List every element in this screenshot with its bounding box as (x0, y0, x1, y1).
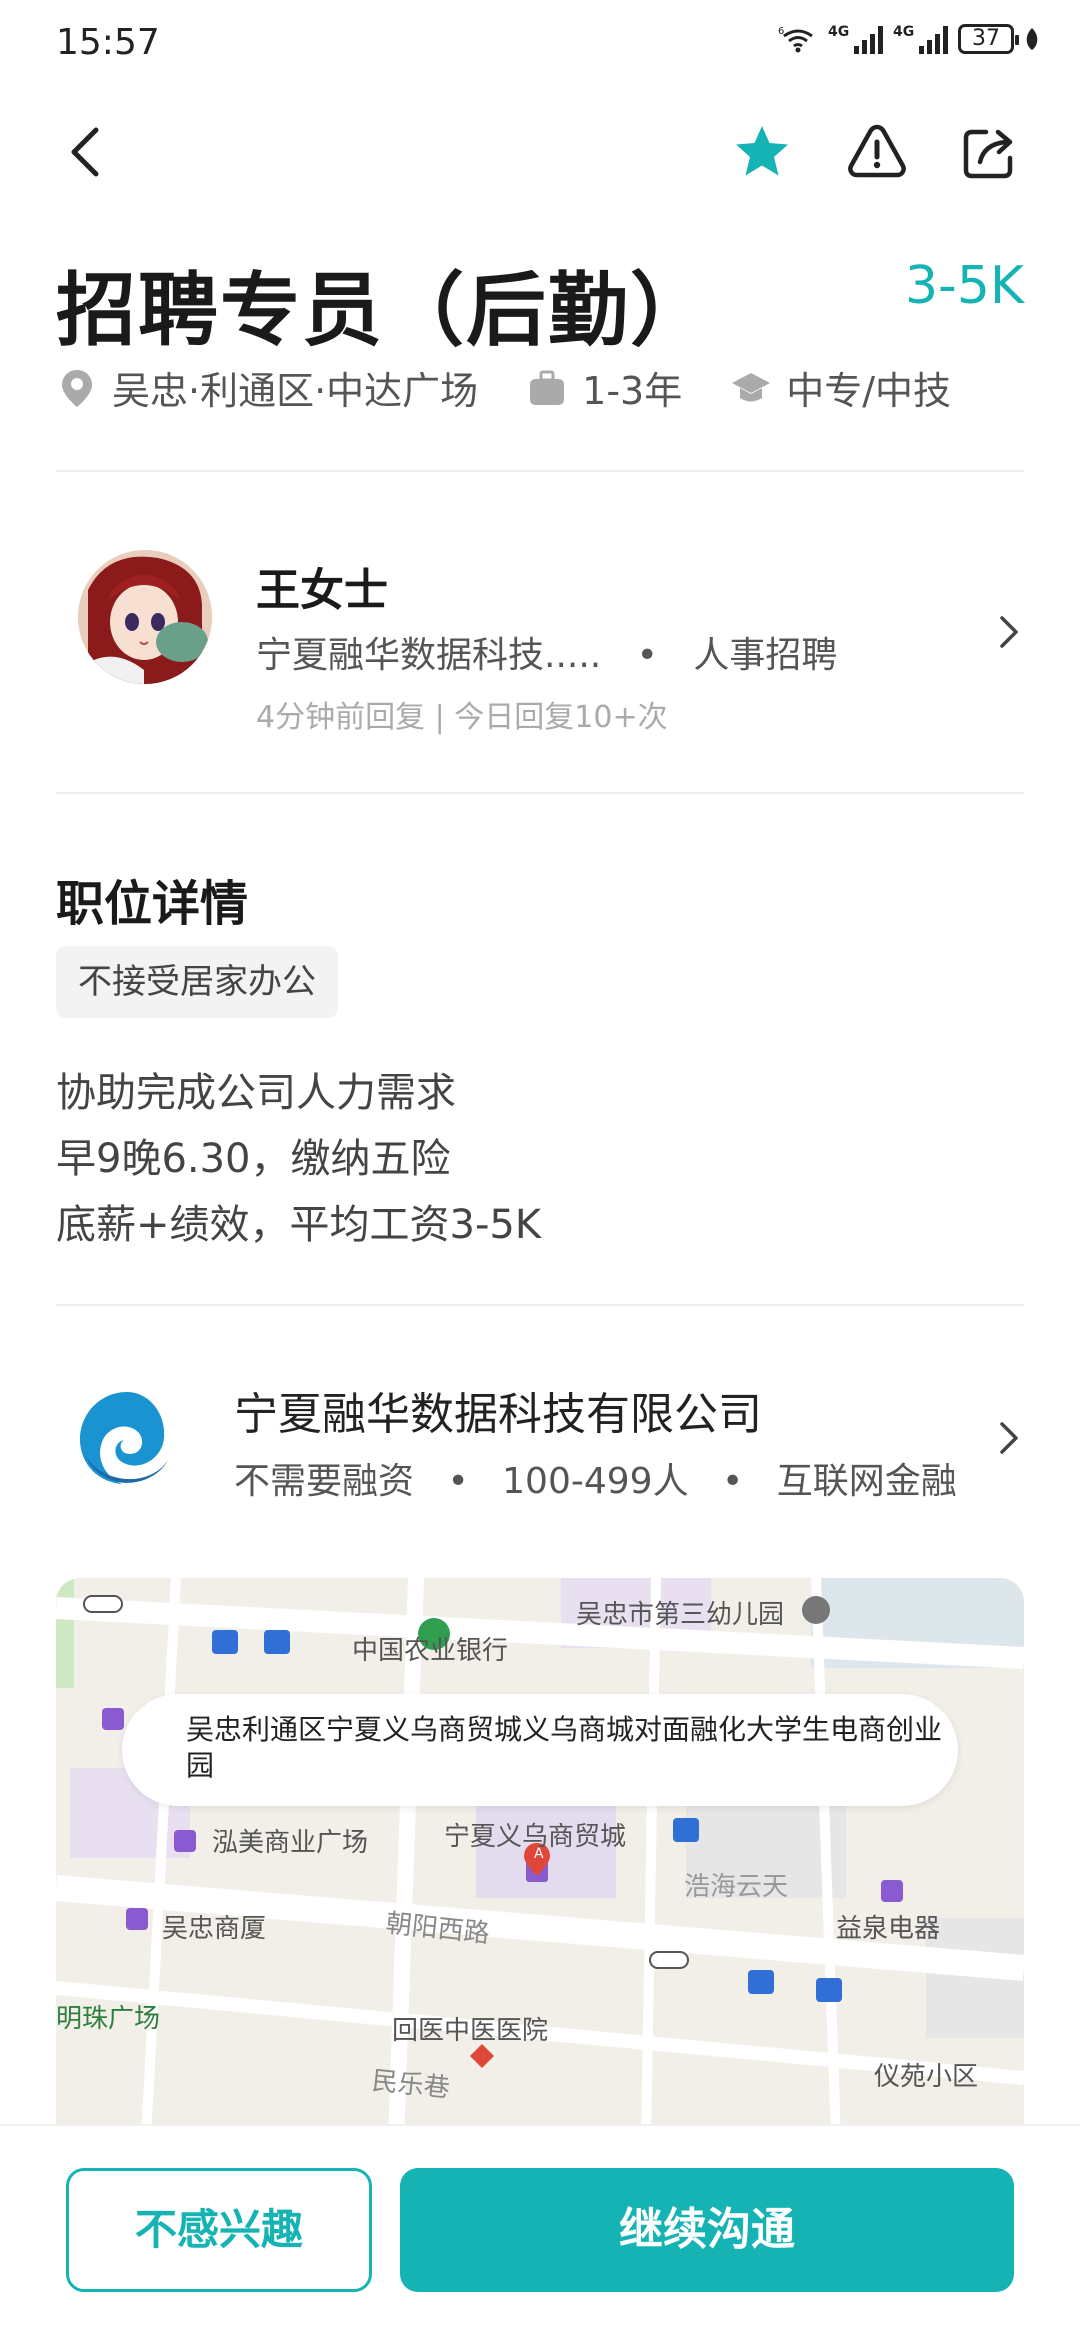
company-logo (75, 1387, 179, 1491)
section-title-job-details: 职位详情 (56, 876, 249, 932)
divider (56, 470, 1024, 472)
continue-chat-button[interactable]: 继续沟通 (400, 2168, 1014, 2292)
job-title: 招聘专员（后勤） (56, 264, 712, 357)
recruiter-role: 人事招聘 (693, 635, 838, 676)
map-label: 泓美商业广场 (212, 1828, 369, 1858)
shop-icon (102, 1708, 124, 1730)
job-location-text: 吴忠·利通区·中达广场 (112, 369, 479, 413)
chevron-right-icon[interactable] (994, 612, 1024, 652)
map-label: 宁夏义乌商贸城 (444, 1822, 627, 1852)
recruiter-name: 王女士 (256, 565, 388, 616)
company-name: 宁夏融华数据科技有限公司 (234, 1389, 762, 1440)
recruiter-reply-info: 4分钟前回复 | 今日回复10+次 (256, 700, 668, 735)
map-label: 明珠广场 (56, 2004, 161, 2034)
chevron-right-icon[interactable] (994, 1418, 1024, 1458)
map-label: 回医中医医院 (392, 2016, 549, 2046)
shopping-icon (126, 1908, 148, 1930)
location-map[interactable]: A 吴忠市第三幼儿园 中国农业银行 泓美商业广场 宁夏义乌商贸城 浩海云天 吴忠… (56, 1578, 1024, 2138)
recruiter-info: 宁夏融华数据科技..... • 人事招聘 (256, 626, 837, 678)
map-label: 益泉电器 (836, 1914, 941, 1944)
back-arrow-icon[interactable] (56, 120, 120, 184)
job-meta: 吴忠·利通区·中达广场 1-3年 中专/中技 (56, 360, 999, 415)
star-icon[interactable] (730, 120, 794, 184)
company-industry: 互联网金融 (776, 1461, 957, 1502)
work-mode-tag: 不接受居家办公 (56, 946, 338, 1018)
warning-icon[interactable] (845, 120, 909, 184)
map-label: 吴忠市第三幼儿园 (576, 1600, 785, 1630)
job-education-text: 中专/中技 (786, 369, 952, 413)
share-icon[interactable] (958, 120, 1022, 184)
job-location: 吴忠·利通区·中达广场 (56, 360, 478, 415)
wifi-icon: 6 (778, 26, 813, 53)
divider (56, 792, 1024, 794)
map-label: 浩海云天 (684, 1872, 789, 1902)
signal-icon-2: 4G (893, 24, 948, 54)
map-label: 吴忠商厦 (162, 1914, 267, 1944)
map-label: 中国农业银行 (352, 1636, 509, 1666)
separator-dot: • (722, 1461, 744, 1502)
nav-bar (0, 110, 1080, 190)
location-pin-icon (62, 369, 92, 407)
graduation-cap-icon (732, 372, 771, 401)
school-icon (802, 1596, 830, 1624)
recruiter-company: 宁夏融华数据科技..... (256, 635, 602, 676)
signal-icon-1: 4G (828, 24, 883, 54)
map-label: 仪苑小区 (874, 2062, 979, 2092)
separator-dot: • (636, 635, 658, 676)
avatar (78, 550, 212, 684)
status-time: 15:57 (56, 22, 160, 63)
job-experience-text: 1-3年 (582, 369, 683, 413)
divider (56, 1304, 1024, 1306)
status-icons: 6 4G 4G 37 (778, 24, 1040, 54)
job-education: 中专/中技 (730, 360, 951, 415)
battery-indicator: 37 (958, 24, 1019, 54)
not-interested-button[interactable]: 不感兴趣 (66, 2168, 372, 2292)
job-description: 协助完成公司人力需求 早9晚6.30，缴纳五险 底薪+绩效，平均工资3-5K (56, 1060, 541, 1258)
shopping-icon (174, 1830, 196, 1852)
leaf-icon (1026, 28, 1038, 50)
description-line: 早9晚6.30，缴纳五险 (56, 1136, 451, 1182)
bottom-action-bar: 不感兴趣 继续沟通 (0, 2124, 1080, 2331)
company-funding: 不需要融资 (234, 1461, 415, 1502)
map-address-bubble: 吴忠利通区宁夏义乌商贸城义乌商城对面融化大学生电商创业园 (122, 1694, 958, 1806)
svg-text:6: 6 (778, 26, 784, 37)
job-experience: 1-3年 (526, 360, 682, 415)
shop-icon (881, 1880, 903, 1902)
company-info: 不需要融资 • 100-499人 • 互联网金融 (234, 1452, 957, 1504)
company-size: 100-499人 (502, 1461, 689, 1502)
separator-dot: • (447, 1461, 469, 1502)
briefcase-icon (530, 370, 565, 405)
status-bar: 15:57 6 4G 4G 37 (0, 0, 1080, 90)
description-line: 底薪+绩效，平均工资3-5K (56, 1202, 542, 1248)
job-salary: 3-5K (904, 256, 1024, 316)
description-line: 协助完成公司人力需求 (56, 1070, 456, 1116)
